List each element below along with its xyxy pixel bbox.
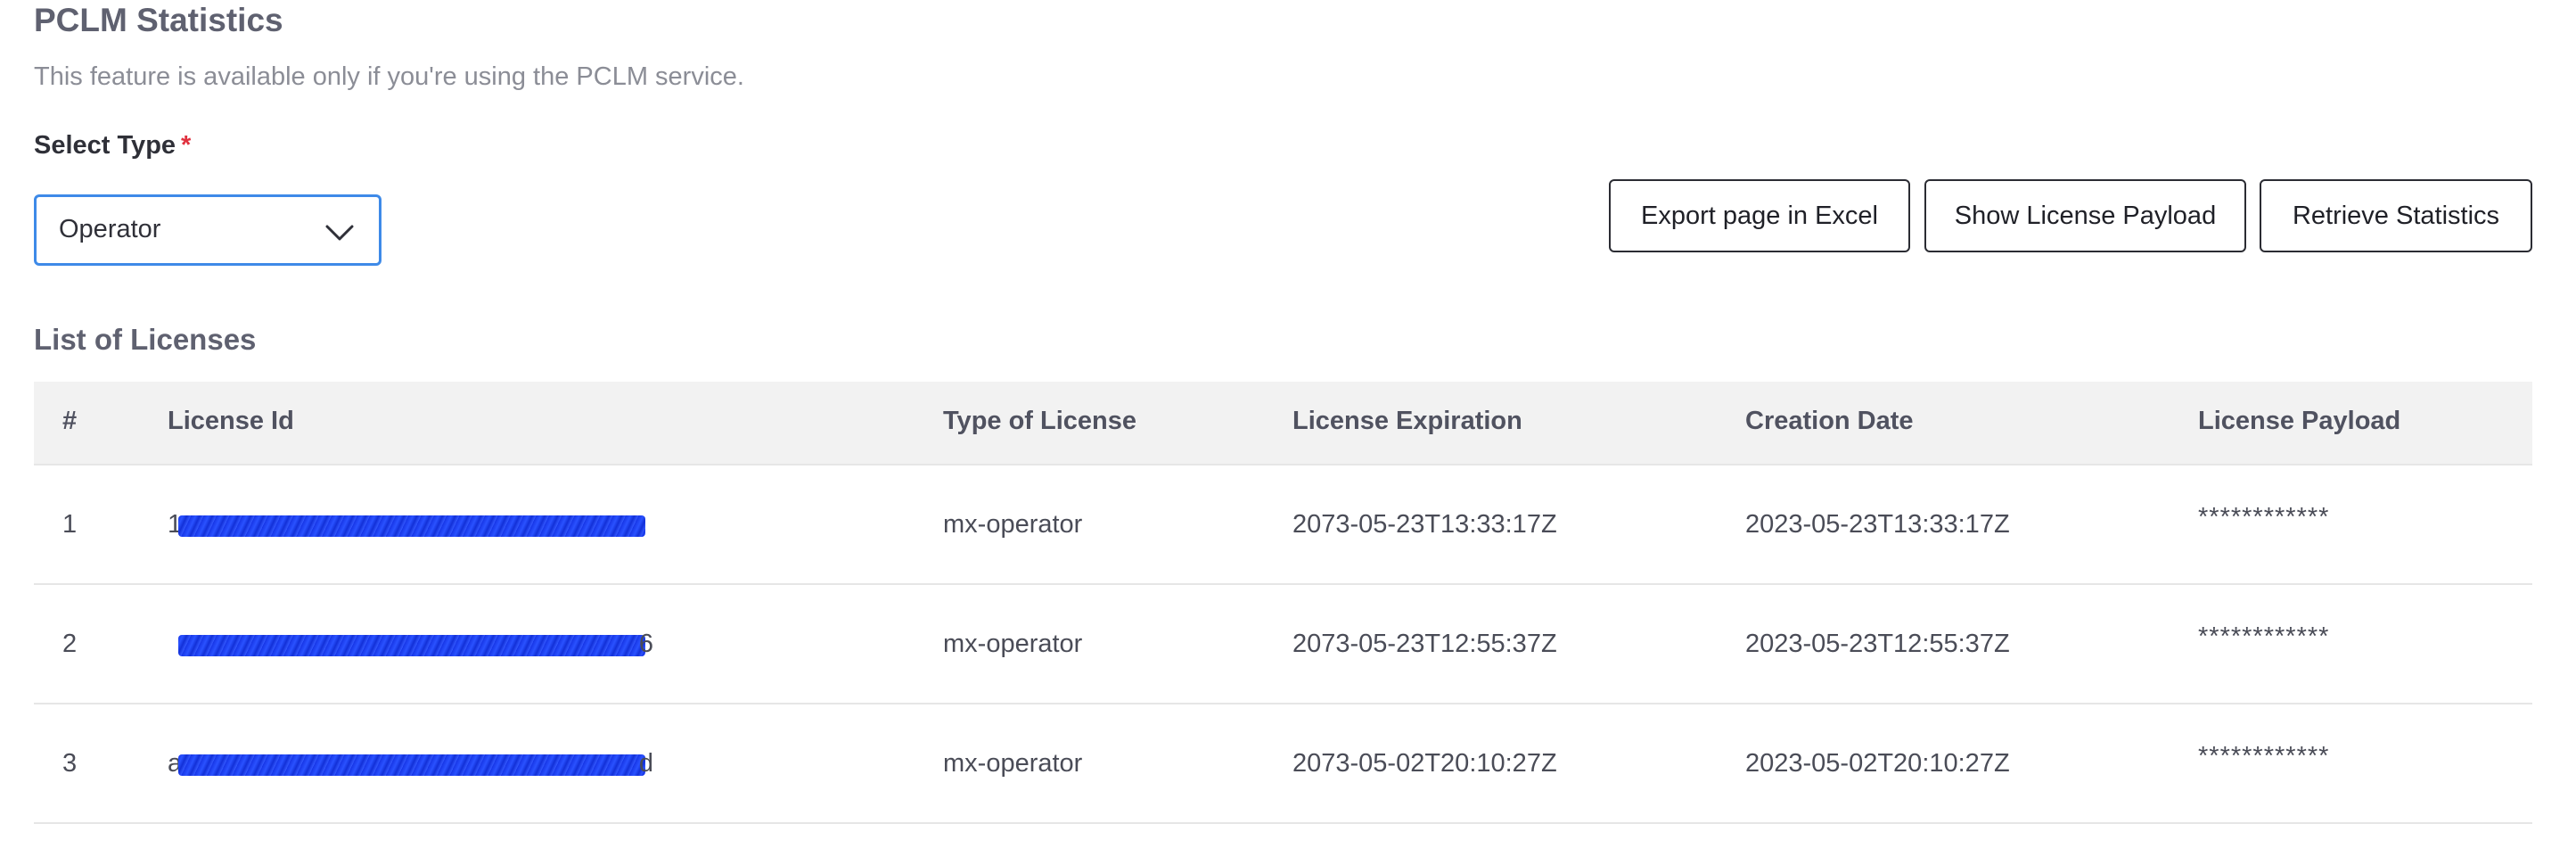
column-header-creation-date: Creation Date bbox=[1745, 407, 1914, 435]
redacted-license-id: a d bbox=[168, 749, 653, 779]
licenses-section-title: List of Licenses bbox=[34, 323, 257, 356]
redaction-bar bbox=[178, 635, 645, 656]
row-number: 1 bbox=[62, 510, 78, 539]
license-type: mx-operator bbox=[943, 630, 1083, 658]
redaction-bar bbox=[178, 515, 645, 537]
license-id-visible-end: d bbox=[638, 749, 653, 778]
row-number: 3 bbox=[62, 749, 78, 778]
redaction-bar bbox=[178, 754, 645, 776]
export-excel-button[interactable]: Export page in Excel bbox=[1609, 179, 1910, 252]
license-type: mx-operator bbox=[943, 510, 1083, 539]
redacted-license-id: 1 bbox=[168, 510, 653, 540]
retrieve-statistics-button[interactable]: Retrieve Statistics bbox=[2260, 179, 2532, 252]
column-header-type: Type of License bbox=[943, 407, 1137, 435]
required-mark: * bbox=[181, 131, 192, 160]
page-subtitle: This feature is available only if you're… bbox=[34, 62, 744, 91]
license-expiration: 2073-05-23T13:33:17Z bbox=[1292, 510, 1557, 539]
column-header-license-id: License Id bbox=[168, 407, 294, 435]
license-type: mx-operator bbox=[943, 749, 1083, 778]
column-header-payload: License Payload bbox=[2198, 407, 2401, 435]
license-id-visible-end: 6 bbox=[638, 630, 653, 658]
license-expiration: 2073-05-02T20:10:27Z bbox=[1292, 749, 1557, 778]
creation-date: 2023-05-23T12:55:37Z bbox=[1745, 630, 2010, 658]
creation-date: 2023-05-23T13:33:17Z bbox=[1745, 510, 2010, 539]
page-title: PCLM Statistics bbox=[34, 2, 283, 38]
column-header-expiration: License Expiration bbox=[1292, 407, 1522, 435]
license-payload-masked: ************ bbox=[2198, 622, 2330, 651]
redacted-license-id: 6 bbox=[168, 630, 653, 660]
table-row: 3 a d mx-operator 2073-05-02T20:10:27Z 2… bbox=[34, 704, 2532, 824]
select-type-value: Operator bbox=[59, 215, 161, 243]
select-type-dropdown[interactable]: Operator bbox=[34, 194, 381, 266]
license-expiration: 2073-05-23T12:55:37Z bbox=[1292, 630, 1557, 658]
creation-date: 2023-05-02T20:10:27Z bbox=[1745, 749, 2010, 778]
select-type-label: Select Type * bbox=[34, 131, 191, 161]
license-payload-masked: ************ bbox=[2198, 742, 2330, 770]
column-header-number: # bbox=[62, 407, 78, 435]
show-license-payload-button[interactable]: Show License Payload bbox=[1924, 179, 2246, 252]
table-row: 1 1 mx-operator 2073-05-23T13:33:17Z 202… bbox=[34, 465, 2532, 585]
table-row: 2 6 mx-operator 2073-05-23T12:55:37Z 202… bbox=[34, 585, 2532, 704]
license-payload-masked: ************ bbox=[2198, 503, 2330, 531]
row-number: 2 bbox=[62, 630, 78, 658]
licenses-table: # License Id Type of License License Exp… bbox=[34, 382, 2532, 824]
table-header: # License Id Type of License License Exp… bbox=[34, 382, 2532, 465]
select-type-label-text: Select Type bbox=[34, 131, 176, 160]
chevron-down-icon bbox=[325, 225, 354, 241]
